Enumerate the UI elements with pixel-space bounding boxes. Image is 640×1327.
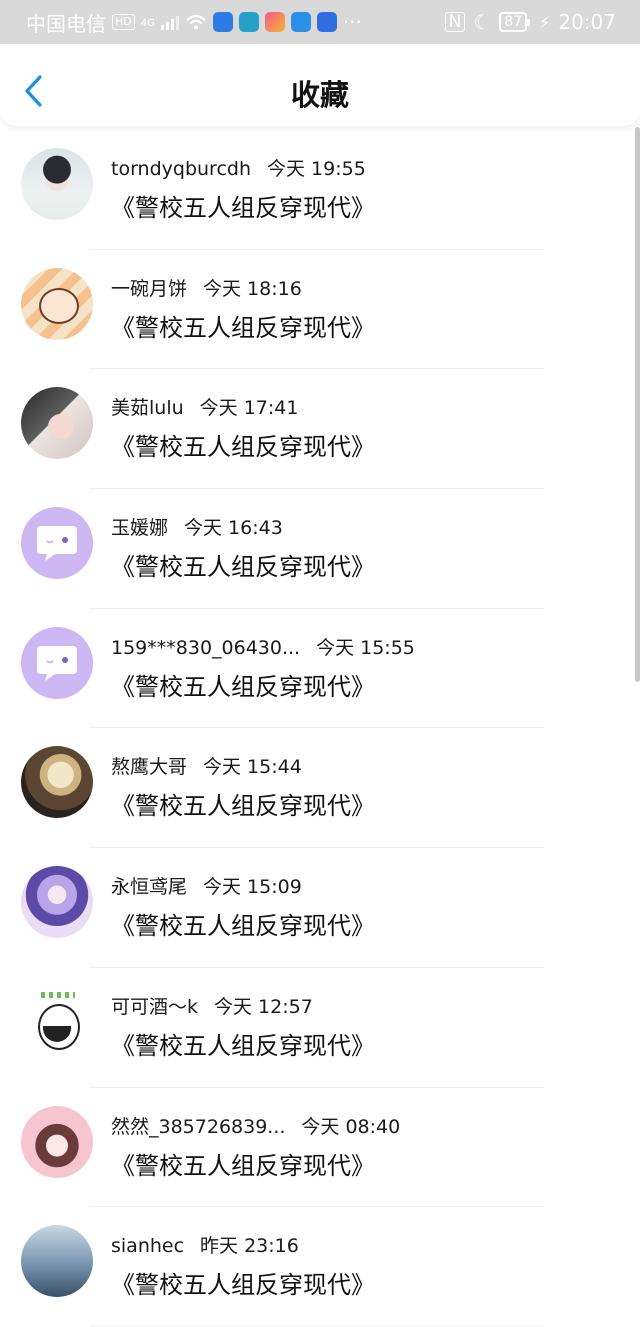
- list-item[interactable]: 玉媛娜 今天 16:43 《警校五人组反穿现代》: [0, 489, 640, 609]
- username[interactable]: 然然_385726839...: [111, 1116, 285, 1138]
- battery-icon: 87: [499, 12, 530, 32]
- avatar[interactable]: [21, 626, 93, 699]
- avatar[interactable]: [21, 148, 93, 220]
- book-title[interactable]: 《警校五人组反穿现代》: [111, 308, 375, 343]
- avatar[interactable]: [21, 746, 93, 819]
- carrier-label: 中国电信: [26, 11, 106, 36]
- status-bar: 中国电信 HD 4G ··· N ☾ 87 ⚡ 20:07: [0, 0, 640, 44]
- username[interactable]: torndyqburcdh: [111, 158, 251, 180]
- list-item[interactable]: 可可酒～k 今天 12:57 《警校五人组反穿现代》: [0, 968, 640, 1088]
- list-item[interactable]: 然然_385726839... 今天 08:40 《警校五人组反穿现代》: [0, 1088, 640, 1208]
- signal-icon: [160, 14, 179, 30]
- book-title[interactable]: 《警校五人组反穿现代》: [111, 1265, 375, 1300]
- charging-icon: ⚡: [539, 12, 551, 32]
- avatar[interactable]: [21, 1225, 93, 1298]
- book-title[interactable]: 《警校五人组反穿现代》: [111, 547, 375, 582]
- timestamp: 今天 18:16: [203, 277, 302, 300]
- timestamp: 今天 15:44: [203, 756, 302, 779]
- item-meta: 然然_385726839... 今天 08:40: [111, 1112, 400, 1139]
- moon-icon: ☾: [473, 10, 492, 34]
- shield-app-icon: [212, 12, 233, 32]
- favorites-list: torndyqburcdh 今天 19:55 《警校五人组反穿现代》 一碗月饼 今天 1…: [0, 130, 640, 1327]
- book-title[interactable]: 《警校五人组反穿现代》: [111, 1026, 375, 1061]
- item-meta: 159***830_06430... 今天 15:55: [111, 633, 415, 660]
- item-meta: 熬鹰大哥 今天 15:44: [111, 752, 302, 779]
- network-type: 4G: [140, 17, 155, 29]
- avatar[interactable]: [21, 387, 93, 460]
- timestamp: 今天 15:55: [316, 636, 415, 659]
- list-item[interactable]: 一碗月饼 今天 18:16 《警校五人组反穿现代》: [0, 250, 640, 370]
- clock: 20:07: [558, 10, 616, 34]
- avatar[interactable]: [21, 507, 93, 580]
- book-title[interactable]: 《警校五人组反穿现代》: [111, 188, 375, 223]
- list-item[interactable]: 永恒鸢尾 今天 15:09 《警校五人组反穿现代》: [0, 848, 640, 968]
- username[interactable]: 永恒鸢尾: [111, 876, 187, 898]
- book-title[interactable]: 《警校五人组反穿现代》: [111, 786, 375, 821]
- username[interactable]: sianhec: [111, 1235, 184, 1257]
- list-item[interactable]: 美茹lulu 今天 17:41 《警校五人组反穿现代》: [0, 369, 640, 490]
- item-meta: torndyqburcdh 今天 19:55: [111, 154, 366, 181]
- avatar[interactable]: [21, 267, 93, 340]
- timestamp: 今天 12:57: [214, 995, 313, 1018]
- book-title[interactable]: 《警校五人组反穿现代》: [111, 427, 375, 462]
- wifi-icon: [186, 14, 206, 30]
- username[interactable]: 熬鹰大哥: [111, 756, 187, 778]
- more-notifications-icon: ···: [342, 10, 362, 34]
- list-item[interactable]: 159***830_06430... 今天 15:55 《警校五人组反穿现代》: [0, 609, 640, 729]
- username[interactable]: 美茹lulu: [111, 397, 184, 419]
- list-item[interactable]: sianhec 昨天 23:16 《警校五人组反穿现代》: [0, 1207, 640, 1327]
- hd-badge: HD: [112, 14, 135, 30]
- item-meta: 美茹lulu 今天 17:41: [111, 393, 298, 420]
- item-meta: 可可酒～k 今天 12:57: [111, 992, 313, 1019]
- list-item[interactable]: 熬鹰大哥 今天 15:44 《警校五人组反穿现代》: [0, 728, 640, 849]
- username[interactable]: 一碗月饼: [111, 278, 187, 300]
- book-app-icon: [238, 12, 259, 32]
- timestamp: 昨天 23:16: [200, 1235, 299, 1258]
- timestamp: 今天 17:41: [199, 397, 299, 420]
- timestamp: 今天 19:55: [267, 158, 366, 180]
- timestamp: 今天 16:43: [184, 517, 283, 540]
- list-item[interactable]: torndyqburcdh 今天 19:55 《警校五人组反穿现代》: [0, 130, 640, 250]
- page-title: 收藏: [290, 78, 349, 112]
- nfc-icon: N: [444, 12, 466, 32]
- item-meta: sianhec 昨天 23:16: [111, 1231, 299, 1258]
- avatar[interactable]: [21, 1105, 93, 1178]
- bulb-app-icon: [316, 12, 337, 32]
- search-app-icon: [290, 12, 311, 32]
- timestamp: 今天 08:40: [301, 1115, 401, 1138]
- timestamp: 今天 15:09: [203, 876, 302, 899]
- item-meta: 玉媛娜 今天 16:43: [111, 513, 283, 540]
- item-meta: 永恒鸢尾 今天 15:09: [111, 872, 302, 899]
- username[interactable]: 可可酒～k: [111, 996, 198, 1018]
- item-meta: 一碗月饼 今天 18:16: [111, 274, 302, 301]
- colorful-app-icon: [264, 12, 285, 32]
- header: 收藏: [0, 44, 640, 126]
- book-title[interactable]: 《警校五人组反穿现代》: [111, 667, 375, 702]
- book-title[interactable]: 《警校五人组反穿现代》: [111, 906, 375, 941]
- book-title[interactable]: 《警校五人组反穿现代》: [111, 1146, 375, 1181]
- username[interactable]: 玉媛娜: [111, 517, 168, 539]
- avatar[interactable]: [21, 985, 93, 1058]
- username[interactable]: 159***830_06430...: [111, 637, 300, 659]
- avatar[interactable]: [21, 866, 93, 939]
